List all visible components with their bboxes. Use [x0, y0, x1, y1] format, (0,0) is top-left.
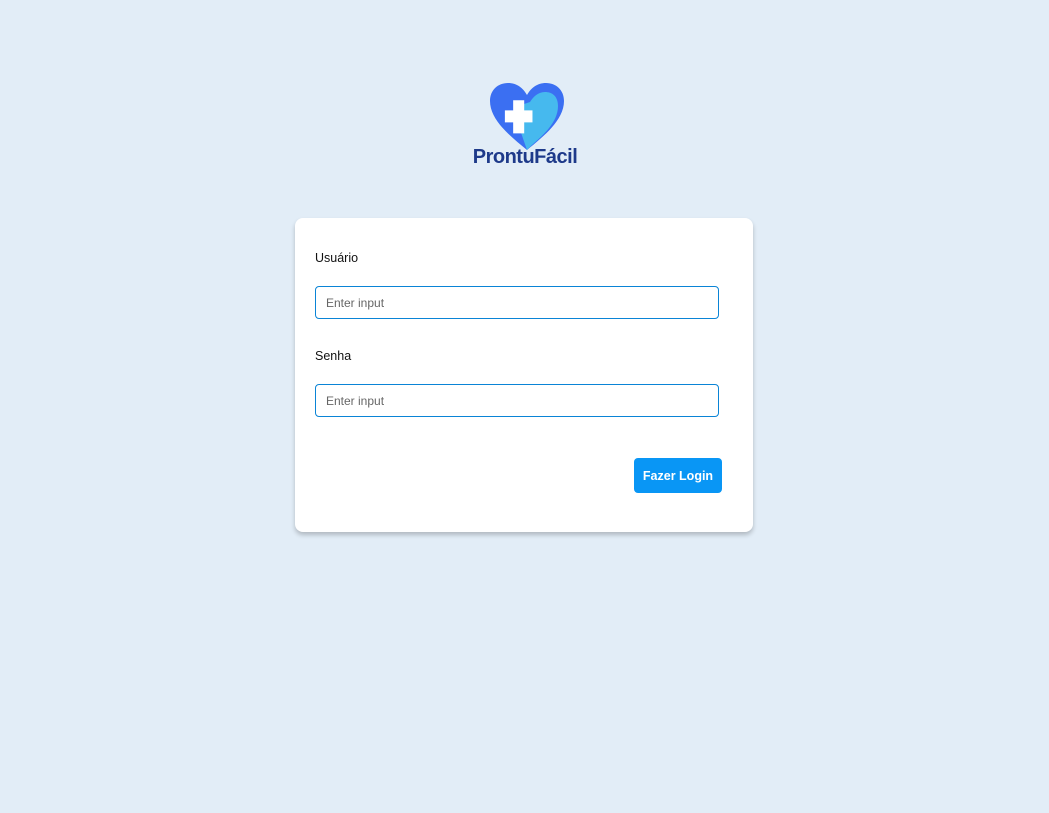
login-button[interactable]: Fazer Login — [634, 458, 722, 493]
brand-name: ProntuFácil — [472, 146, 578, 168]
password-label: Senha — [315, 349, 352, 363]
password-input[interactable] — [315, 384, 719, 417]
heart-cross-icon — [490, 83, 564, 150]
username-input[interactable] — [315, 286, 719, 319]
brand-logo: ProntuFácil — [470, 80, 580, 174]
username-label: Usuário — [315, 251, 359, 265]
login-card: Usuário Senha Fazer Login — [295, 218, 753, 532]
